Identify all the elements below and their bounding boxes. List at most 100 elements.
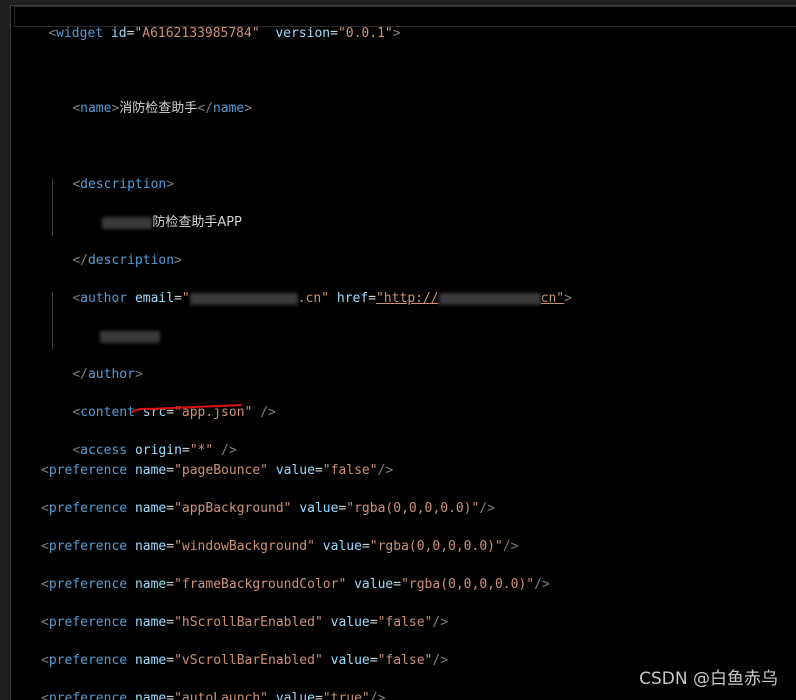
attr-value: value	[322, 539, 362, 554]
punct: <	[41, 463, 49, 478]
punct: >	[564, 291, 572, 306]
attr-id: id	[110, 26, 127, 41]
attr-value: value	[330, 615, 370, 630]
punct: =	[166, 653, 175, 668]
tag-preference: preference	[48, 463, 128, 478]
punct: =	[166, 501, 175, 516]
pref-value-value: "rgba(0,0,0,0.0)"	[401, 577, 535, 592]
pref-value-value: "rgba(0,0,0,0.0)"	[369, 539, 503, 554]
attr-value: value	[330, 653, 370, 668]
code-editor[interactable]: <widget id="A6162133985784" version="0.0…	[10, 5, 796, 700]
code-line-name[interactable]: <name>消防检查助手</name>	[41, 82, 252, 136]
pref-value-value: "false"	[377, 615, 433, 630]
punct: </	[72, 367, 88, 382]
code-line-preference[interactable]: <preference name="hScrollBarEnabled" val…	[41, 614, 448, 632]
punct: >	[166, 177, 175, 192]
code-line-widget[interactable]: <widget id="A6162133985784" version="0.0…	[17, 7, 400, 61]
punct: =	[174, 291, 182, 306]
tag-description-open: description	[80, 177, 167, 192]
pref-value-value: "false"	[377, 653, 433, 668]
code-line-preference[interactable]: <preference name="pageBounce" value="fal…	[41, 462, 393, 480]
attr-name: name	[134, 501, 167, 516]
indent-guide	[52, 292, 53, 350]
punct: />	[377, 463, 394, 478]
punct: />	[432, 653, 449, 668]
tag-preference: preference	[48, 539, 128, 554]
attr-name: name	[134, 539, 167, 554]
code-line-preference[interactable]: <preference name="frameBackgroundColor" …	[41, 576, 550, 594]
pref-value-value: "false"	[322, 463, 378, 478]
value-email-end: .cn"	[297, 291, 330, 306]
punct: <	[72, 177, 81, 192]
code-line-preference[interactable]: <preference name="vScrollBarEnabled" val…	[41, 652, 448, 670]
punct: />	[432, 615, 449, 630]
punct: =	[314, 463, 323, 478]
pref-name-value: "windowBackground"	[174, 539, 315, 554]
punct: "	[181, 291, 190, 306]
punct: >	[134, 367, 143, 382]
attr-name: name	[134, 615, 167, 630]
attr-value: value	[354, 577, 394, 592]
attr-value: value	[299, 501, 339, 516]
punct: =	[368, 291, 377, 306]
punct: =	[166, 615, 175, 630]
attr-name: name	[134, 463, 167, 478]
value-href-start[interactable]: "http://	[376, 291, 439, 306]
code-line-preference[interactable]: <preference name="appBackground" value="…	[41, 500, 495, 518]
punct: =	[330, 26, 338, 41]
redacted-href	[438, 292, 541, 305]
punct: />	[479, 501, 495, 516]
punct: <	[41, 653, 49, 668]
attr-value: value	[275, 463, 315, 478]
punct: <	[41, 539, 49, 554]
tag-author: author	[80, 291, 128, 306]
tag-content: content	[80, 405, 135, 420]
value-href-end[interactable]: cn"	[541, 291, 564, 306]
indent-guide	[52, 178, 53, 236]
pref-name-value: "pageBounce"	[174, 463, 268, 478]
attr-origin: origin	[134, 443, 182, 458]
punct: <	[41, 501, 49, 516]
punct: />	[260, 405, 276, 420]
attr-name: name	[134, 653, 167, 668]
punct: >	[244, 101, 253, 116]
tag-access: access	[80, 443, 128, 458]
tag-widget: widget	[56, 26, 104, 41]
attr-version: version	[275, 26, 331, 41]
punct: =	[393, 577, 402, 592]
punct: </	[197, 101, 213, 116]
tag-author-close: author	[87, 367, 135, 382]
tag-name-open: name	[80, 101, 112, 116]
attr-email: email	[134, 291, 175, 306]
code-line-preference[interactable]: <preference name="windowBackground" valu…	[41, 538, 518, 556]
punct: />	[534, 577, 550, 592]
tag-preference: preference	[48, 615, 128, 630]
punct: >	[174, 253, 182, 268]
punct: <	[41, 577, 49, 592]
pref-value-value: "rgba(0,0,0,0.0)"	[346, 501, 480, 516]
punct: <	[72, 443, 81, 458]
punct: />	[502, 539, 519, 554]
attr-name: name	[134, 577, 167, 592]
punct: =	[166, 463, 175, 478]
tag-preference: preference	[48, 653, 128, 668]
punct: <	[48, 26, 57, 41]
punct: <	[72, 291, 81, 306]
punct: />	[221, 443, 237, 458]
punct: =	[369, 653, 378, 668]
redacted-author	[100, 330, 161, 343]
tag-preference: preference	[48, 501, 128, 516]
attr-href: href	[336, 291, 369, 306]
tag-description-close: description	[87, 253, 175, 268]
tag-preference: preference	[48, 577, 128, 592]
punct: </	[72, 253, 88, 268]
punct: =	[181, 443, 190, 458]
redacted-email	[189, 292, 298, 305]
name-text: 消防检查助手	[119, 101, 198, 116]
tag-name-close: name	[212, 101, 245, 116]
value-version: "0.0.1"	[337, 26, 393, 41]
punct: =	[369, 615, 378, 630]
punct: <	[72, 405, 81, 420]
red-underline-annotation	[131, 404, 242, 413]
description-text: 防检查助手APP	[152, 215, 242, 230]
